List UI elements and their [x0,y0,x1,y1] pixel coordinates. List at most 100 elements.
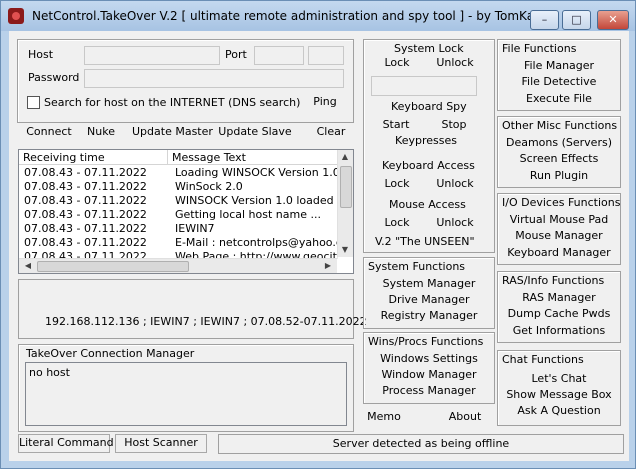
system-manager-button[interactable]: System Manager [369,276,489,292]
host-input[interactable] [84,46,220,65]
get-informations-button[interactable]: Get Informations [501,323,617,339]
app-icon [8,8,24,24]
connection-manager-box[interactable]: no host [25,362,347,426]
lock-password-input[interactable] [371,76,477,96]
window-manager-button[interactable]: Window Manager [369,367,489,383]
vertical-scrollbar[interactable]: ▲ ▼ [337,150,353,257]
keyboard-access-title: Keyboard Access [382,159,475,172]
daemons-button[interactable]: Deamons (Servers) [501,135,617,151]
table-row[interactable]: 07.08.43 - 07.11.2022 IEWIN7 [19,222,338,236]
registry-manager-button[interactable]: Registry Manager [369,308,489,324]
close-button[interactable]: ✕ [597,10,629,30]
system-lock-title: System Lock [394,42,464,55]
table-row[interactable]: 07.08.43 - 07.11.2022 E-Mail : netcontrol… [19,236,353,250]
keypresses-button[interactable]: Keypresses [389,133,463,149]
client-area: Host Port Password Search for host on th… [9,31,629,461]
virtual-mouse-pad-button[interactable]: Virtual Mouse Pad [501,212,617,228]
host-scanner-button[interactable]: Host Scanner [115,434,207,453]
about-button[interactable]: About [444,409,486,425]
system-lock-button[interactable]: Lock [372,55,422,71]
horizontal-scrollbar[interactable]: ◀ ▶ [19,258,337,273]
maximize-button[interactable]: □ [562,10,591,30]
windows-settings-button[interactable]: Windows Settings [369,351,489,367]
connection-info-panel: 192.168.112.136 ; IEWIN7 ; IEWIN7 ; 07.0… [18,279,367,339]
file-functions-title: File Functions [502,42,577,55]
scroll-up-icon[interactable]: ▲ [338,150,352,164]
ping-button[interactable]: Ping [308,94,342,110]
keyboard-manager-button[interactable]: Keyboard Manager [501,245,617,261]
other-misc-group: Other Misc Functions Deamons (Servers) S… [497,116,621,188]
connect-button[interactable]: Connect [23,124,75,140]
host-label: Host [28,48,54,61]
system-functions-group: System Functions System Manager Drive Ma… [363,257,495,329]
io-devices-group: I/O Devices Functions Virtual Mouse Pad … [497,193,621,265]
system-unlock-button[interactable]: Unlock [428,55,482,71]
title-bar[interactable]: NetControl.TakeOver V.2 [ ultimate remot… [1,1,635,31]
keyboard-spy-start-button[interactable]: Start [376,117,416,133]
lets-chat-button[interactable]: Let's Chat [501,371,617,387]
show-message-box-button[interactable]: Show Message Box [501,387,617,403]
table-row[interactable]: 07.08.43 - 07.11.2022 WINSOCK Version 1.0… [19,194,348,208]
column-header-message[interactable]: Message Text [168,150,338,165]
connection-manager-content: no host [29,366,70,379]
row-message: E-Mail : netcontrolps@yahoo.com [175,236,354,249]
row-time: 07.08.43 - 07.11.2022 [24,222,147,235]
row-time: 07.08.43 - 07.11.2022 [24,208,147,221]
clear-button[interactable]: Clear [311,124,351,140]
run-plugin-button[interactable]: Run Plugin [501,168,617,184]
scroll-left-icon[interactable]: ◀ [21,259,35,273]
horizontal-scroll-thumb[interactable] [37,261,189,272]
dump-cache-pwds-button[interactable]: Dump Cache Pwds [501,306,617,322]
ask-a-question-button[interactable]: Ask A Question [501,403,617,419]
connection-manager-title: TakeOver Connection Manager [26,347,195,360]
connection-group: Host Port Password Search for host on th… [17,39,354,123]
io-devices-title: I/O Devices Functions [502,196,621,209]
password-label: Password [28,71,80,84]
table-row[interactable]: 07.08.43 - 07.11.2022 Loading WINSOCK Ver… [19,166,353,180]
row-time: 07.08.43 - 07.11.2022 [24,166,147,179]
row-message: Getting local host name ... [175,208,321,221]
table-row[interactable]: 07.08.43 - 07.11.2022 WinSock 2.0 [19,180,338,194]
message-log-list[interactable]: Receiving time Message Text 07.08.43 - 0… [18,149,354,274]
update-slave-button[interactable]: Update Slave [217,124,293,140]
version-label: V.2 "The UNSEEN" [375,235,475,248]
mouse-lock-button[interactable]: Lock [372,215,422,231]
file-detective-button[interactable]: File Detective [501,74,617,90]
port-input-2[interactable] [308,46,344,65]
update-master-button[interactable]: Update Master [132,124,213,140]
other-misc-title: Other Misc Functions [502,119,618,132]
main-window: NetControl.TakeOver V.2 [ ultimate remot… [0,0,636,469]
drive-manager-button[interactable]: Drive Manager [369,292,489,308]
scroll-right-icon[interactable]: ▶ [321,259,335,273]
vertical-scroll-thumb[interactable] [340,166,352,208]
file-manager-button[interactable]: File Manager [501,58,617,74]
screen-effects-button[interactable]: Screen Effects [501,151,617,167]
keyboard-lock-button[interactable]: Lock [372,176,422,192]
column-header-time[interactable]: Receiving time [19,150,168,165]
ras-manager-button[interactable]: RAS Manager [501,290,617,306]
execute-file-button[interactable]: Execute File [501,91,617,107]
literal-command-button[interactable]: Literal Command [18,434,114,453]
chat-functions-title: Chat Functions [502,353,584,366]
mouse-manager-button[interactable]: Mouse Manager [501,228,617,244]
connection-info-text: 192.168.112.136 ; IEWIN7 ; IEWIN7 ; 07.0… [45,315,367,328]
wins-procs-group: Wins/Procs Functions Windows Settings Wi… [363,332,495,404]
status-bar: Server detected as being offline [218,434,624,454]
process-manager-button[interactable]: Process Manager [369,383,489,399]
mouse-unlock-button[interactable]: Unlock [428,215,482,231]
scroll-down-icon[interactable]: ▼ [338,243,352,257]
keyboard-unlock-button[interactable]: Unlock [428,176,482,192]
mouse-access-title: Mouse Access [389,198,466,211]
port-input[interactable] [254,46,304,65]
connection-manager-group: TakeOver Connection Manager no host [18,344,354,432]
minimize-button[interactable]: – [530,10,559,30]
search-internet-checkbox[interactable] [27,96,40,109]
ras-info-title: RAS/Info Functions [502,274,605,287]
nuke-button[interactable]: Nuke [81,124,121,140]
keyboard-spy-stop-button[interactable]: Stop [434,117,474,133]
table-row[interactable]: 07.08.43 - 07.11.2022 Getting local host … [19,208,338,222]
row-message: Loading WINSOCK Version 1.0 ... [175,166,354,179]
row-time: 07.08.43 - 07.11.2022 [24,236,147,249]
password-input[interactable] [84,69,344,88]
memo-button[interactable]: Memo [364,409,404,425]
